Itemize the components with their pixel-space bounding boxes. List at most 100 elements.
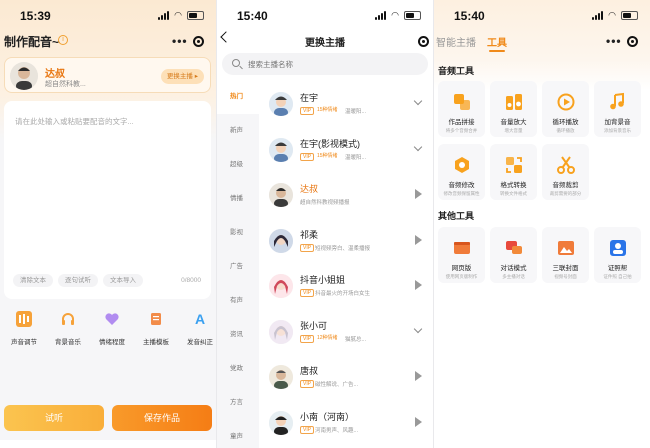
play-icon[interactable] [415, 189, 422, 199]
info-icon[interactable]: i [58, 35, 68, 45]
category-item[interactable]: 童声 [217, 420, 259, 448]
anchor-name: 达叔 [300, 184, 319, 194]
screen-change-anchor: 15:40 ◠ 更换主播 热门 新声 超级 情播 影视 广告 有声 资讯 党政 … [217, 0, 433, 448]
editor-placeholder[interactable]: 请在此处输入或粘贴要配音的文字... [15, 116, 134, 127]
text-editor[interactable]: 请在此处输入或粘贴要配音的文字... 清除文本 逐句试听 文本导入 0/8000 [4, 101, 211, 299]
battery-icon [404, 11, 421, 20]
tool-card[interactable]: 音频修改 修改音频保留属性 [438, 144, 485, 200]
chevron-down-icon[interactable] [413, 324, 423, 333]
tool-template[interactable]: 主播模板 [136, 309, 176, 349]
tool-voice-adjust[interactable]: 声音调节 [4, 309, 44, 349]
miniprogram-capsule[interactable] [399, 31, 429, 51]
search-input[interactable] [248, 57, 418, 71]
category-item[interactable]: 广告 [217, 250, 259, 284]
anchor-row[interactable]: 祁柔 VIP 短视频旁白、温柔播报 [267, 223, 433, 263]
play-icon[interactable] [415, 234, 422, 245]
tool-card[interactable]: 对话模式 多主播对话 [490, 227, 537, 283]
chevron-down-icon[interactable] [413, 96, 423, 106]
category-item[interactable]: 有声 [217, 284, 259, 318]
anchor-desc: 抖音最火的开场白女生 [315, 291, 371, 297]
anchor-name: 在宇 [300, 93, 319, 103]
category-item[interactable]: 情播 [217, 182, 259, 216]
anchor-row[interactable]: 在宇(影视模式) VIP 15种情绪 温暖阳... [267, 132, 433, 172]
category-item[interactable]: 资讯 [217, 318, 259, 352]
anchor-row[interactable]: 张小可 VIP 12种情绪 猫腻总... [267, 314, 433, 354]
tool-card[interactable]: 网页版 使用网页版制作 [438, 227, 485, 283]
tool-name: 音频修改 [448, 182, 475, 189]
tool-bgm[interactable]: 背景音乐 [48, 309, 88, 349]
anchor-row[interactable]: 抖音小姐姐 VIP 抖音最火的开场白女生 [267, 268, 433, 308]
tool-card[interactable]: 格式转换 转换文件格式 [490, 144, 537, 200]
tool-icon [608, 238, 628, 258]
anchor-desc: 河南男声、风趣... [315, 427, 359, 434]
tool-desc: 证件照 自己拍 [603, 274, 632, 279]
sentence-preview-button[interactable]: 逐句试听 [58, 274, 98, 287]
more-icon[interactable]: ••• [172, 34, 188, 48]
status-bar: 15:40 ◠ [434, 0, 650, 28]
signal-icon [375, 11, 387, 20]
close-miniprogram-icon[interactable] [193, 35, 204, 47]
search-icon [232, 59, 240, 67]
emotion-badge: 15种情绪 [317, 107, 338, 113]
clear-text-button[interactable]: 清除文本 [13, 274, 53, 287]
play-icon[interactable] [415, 416, 422, 427]
chevron-down-icon[interactable] [413, 142, 423, 151]
vip-badge: VIP [300, 107, 315, 115]
tool-icon [452, 155, 472, 175]
category-item[interactable]: 超级 [217, 148, 259, 182]
play-icon[interactable] [415, 371, 422, 381]
close-miniprogram-icon[interactable] [627, 35, 638, 47]
avatar [269, 319, 293, 344]
vip-badge: VIP [300, 152, 315, 161]
tool-label: 主播模板 [143, 339, 169, 346]
close-miniprogram-icon[interactable] [418, 35, 429, 47]
current-anchor-card[interactable]: 达叔 超自然科教... 更换主播 ▸ [4, 57, 211, 93]
category-item[interactable]: 方言 [217, 386, 259, 420]
vip-badge: VIP [300, 334, 315, 343]
tool-card[interactable]: 证照帮 证件照 自己拍 [594, 227, 641, 283]
tool-label: 背景音乐 [55, 339, 81, 346]
avatar [269, 228, 293, 253]
category-item[interactable]: 新声 [217, 114, 259, 148]
tool-card[interactable]: 循环播放 循环播放 [542, 81, 589, 137]
anchor-row[interactable]: 小南（河南） VIP 河南男声、风趣... [267, 405, 433, 445]
category-item[interactable]: 影视 [217, 216, 259, 250]
import-text-button[interactable]: 文本导入 [103, 274, 143, 287]
anchor-desc: 超自然科教视频播报 [300, 200, 350, 206]
tool-desc: 转换文件格式 [500, 191, 527, 196]
avatar [269, 183, 293, 207]
vip-badge: VIP [300, 289, 315, 297]
miniprogram-capsule[interactable]: ••• [162, 31, 208, 51]
tab-tools[interactable]: 工具 [487, 34, 507, 49]
tab-underline [489, 50, 505, 52]
anchor-name: 在宇(影视模式) [300, 138, 360, 149]
tool-emotion[interactable]: 情绪程度 [92, 309, 132, 349]
tool-name: 音量放大 [500, 119, 527, 126]
tool-card[interactable]: 三联封面 视频号封面 [542, 227, 589, 283]
tool-card[interactable]: 作品拼接 将多个音频合并 [438, 81, 485, 137]
tool-name: 加背景音 [604, 119, 631, 126]
play-icon[interactable] [415, 280, 422, 290]
anchor-desc: 温暖阳... [345, 109, 367, 115]
tool-card[interactable]: 加背景音 添加背景音乐 [594, 81, 641, 137]
tab-smart-anchor[interactable]: 智能主播 [436, 34, 476, 49]
vip-badge: VIP [300, 425, 315, 434]
anchor-row[interactable]: 达叔超自然科教视频播报 [267, 177, 433, 217]
category-item[interactable]: 热门 [217, 80, 259, 114]
listen-button[interactable]: 试听 [4, 405, 104, 431]
tool-icon [608, 92, 628, 112]
avatar [269, 410, 293, 435]
tool-card[interactable]: 音频裁剪 裁剪需要的部分 [542, 144, 589, 200]
category-item[interactable]: 党政 [217, 352, 259, 386]
tool-pronunciation[interactable]: A 发音纠正 [180, 309, 216, 349]
tool-card[interactable]: 音量放大 增大音量 [490, 81, 537, 137]
save-button[interactable]: 保存作品 [112, 405, 212, 431]
anchor-row[interactable]: 唐叔 VIP 磁性解说、广告... [267, 359, 433, 399]
anchor-row[interactable]: 在宇 VIP 15种情绪 温暖阳... [267, 86, 433, 126]
anchor-desc: 磁性解说、广告... [315, 382, 359, 388]
miniprogram-capsule[interactable]: ••• [596, 31, 642, 51]
change-anchor-button[interactable]: 更换主播 ▸ [160, 69, 204, 84]
more-icon[interactable]: ••• [606, 34, 622, 48]
wifi-icon: ◠ [391, 10, 399, 20]
search-bar[interactable] [222, 53, 428, 75]
